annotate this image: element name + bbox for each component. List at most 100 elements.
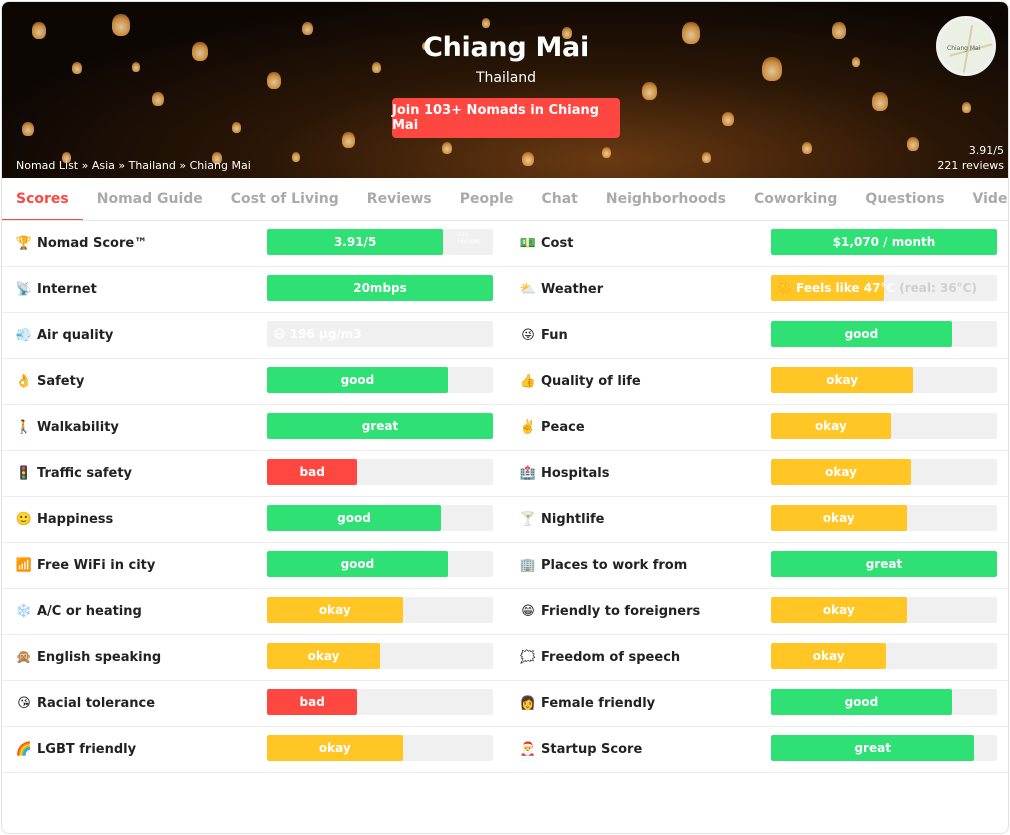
woman-icon: 👩 [519,695,537,711]
score-value: bad [299,695,325,709]
score-bar[interactable]: okay [267,643,493,669]
hero-banner: Chiang Mai Thailand Join 103+ Nomads in … [2,2,1008,178]
money-icon: 💵 [519,235,537,251]
score-bar[interactable]: okay [771,505,997,531]
tab-scores[interactable]: Scores [2,178,83,220]
score-label-text: Female friendly [541,695,656,711]
breadcrumb[interactable]: Nomad List » Asia » Thailand » Chiang Ma… [16,159,251,172]
tab-questions[interactable]: Questions [851,178,958,220]
tab-nomad-guide[interactable]: Nomad Guide [83,178,217,220]
score-label: 👍 Quality of life [520,373,641,389]
lantern-decoration [342,132,355,148]
score-bar[interactable]: okay [267,735,493,761]
score-value: good [337,511,371,525]
score-label: 💨 Air quality [16,327,113,343]
tab-people[interactable]: People [446,178,528,220]
score-label: 💵 Cost [519,235,574,251]
scores-grid: 🏆 Nomad Score™ 221 reviews 3.91/5 💵 Cost $1,07… [2,221,1008,773]
score-bar[interactable]: okay [771,367,997,393]
tab-coworking[interactable]: Coworking [740,178,851,220]
score-value: good [844,695,879,709]
score-value: good [844,327,879,341]
score-bar[interactable]: good [267,505,493,531]
score-bar[interactable]: bad [267,459,493,485]
score-bar[interactable]: good [267,551,493,577]
score-bar[interactable]: okay [771,597,997,623]
score-bar[interactable]: 😷 196 µg/m3 [267,321,493,347]
tab-neighborhoods[interactable]: Neighborhoods [592,178,740,220]
ok-hand-icon: 👌 [15,373,33,389]
score-bar[interactable]: okay [267,597,493,623]
lantern-decoration [802,142,812,154]
score-value: bad [299,465,325,479]
wind-icon: 💨 [15,327,33,343]
score-bar[interactable]: good [267,367,493,393]
walking-icon: 🚶 [15,419,33,435]
score-bar[interactable]: 221 reviews 3.91/5 [267,229,493,255]
score-value: good [340,373,375,387]
score-label: 🙂 Happiness [16,511,113,527]
score-label-text: English speaking [37,649,162,665]
city-page: Chiang Mai Thailand Join 103+ Nomads in … [1,1,1009,834]
score-value: great [865,557,903,571]
score-label-text: Nomad Score™ [37,235,148,251]
score-row: 👌 Safety good 👍 Quality of life okay [2,359,1008,405]
score-value: great [361,419,399,433]
score-label-text: Places to work from [541,557,688,573]
score-bar[interactable]: okay [771,459,997,485]
review-count[interactable]: 221 reviews [937,158,1004,173]
lantern-decoration [292,152,300,162]
lantern-decoration [152,92,164,106]
join-button[interactable]: Join 103+ Nomads in Chiang Mai [392,98,620,138]
score-value: okay [812,649,845,663]
country-name: Thailand [475,70,537,86]
wifi-icon: 📶 [15,557,33,573]
score-label: ⛅ Weather [520,281,603,297]
score-value: okay [826,373,859,387]
score-row: 📡 Internet 20mbps ⛅ Weather ☀️ Feels like 47°… [2,267,1008,313]
score-bar[interactable]: bad [267,689,493,715]
santa-icon: 🎅 [519,741,537,757]
score-value: okay [822,511,855,525]
score-bar[interactable]: great [771,551,997,577]
score-label-text: Startup Score [541,741,643,757]
score-bar[interactable]: good [771,689,997,715]
smile-icon: 🙂 [15,511,33,527]
wink-icon: 😘 [17,695,31,711]
score-label: 🏢 Places to work from [520,557,687,573]
score-label: 😘 Racial tolerance [16,695,155,711]
score-label-text: Happiness [37,511,114,527]
trophy-icon: 🏆 [15,235,33,251]
map-thumbnail[interactable]: Chiang Mai [936,16,996,76]
score-bar[interactable]: okay [771,413,997,439]
tab-cost-of-living[interactable]: Cost of Living [217,178,353,220]
score-bar[interactable]: $1,070 / month [771,229,997,255]
score-bar[interactable]: ☀️ Feels like 47°C (real: 36°C) [771,275,997,301]
score-bar[interactable]: great [267,413,493,439]
score-label: ❄️ A/C or heating [16,603,142,619]
score-value: okay [318,741,351,755]
score-bar[interactable]: okay [771,643,997,669]
tab-video[interactable]: Video [959,178,1008,220]
traffic-light-icon: 🚦 [15,465,33,481]
lantern-decoration [722,112,734,126]
score-label: 📡 Internet [16,281,97,297]
score-label: 📶 Free WiFi in city [16,557,155,573]
satellite-icon: 📡 [15,281,33,297]
cocktail-icon: 🍸 [519,511,537,527]
score-value-main: 3.91/5 [333,235,377,249]
lantern-decoration [482,18,490,28]
score-bar[interactable]: 20mbps [267,275,493,301]
tab-chat[interactable]: Chat [527,178,591,220]
score-label: 🏥 Hospitals [520,465,610,481]
score-label: 🗯️ Freedom of speech [520,649,680,665]
score-label-text: Nightlife [541,511,605,527]
smiley-icon: 😁 [521,603,535,619]
score-bar[interactable]: great [771,735,997,761]
score-bar[interactable]: good [771,321,997,347]
speak-no-evil-icon: 🙊 [15,649,33,665]
snowflake-icon: ❄️ [15,603,33,619]
score-row: 🏆 Nomad Score™ 221 reviews 3.91/5 💵 Cost $1,07… [2,221,1008,267]
tab-reviews[interactable]: Reviews [353,178,446,220]
score-value: 3.91/5 [267,229,443,255]
